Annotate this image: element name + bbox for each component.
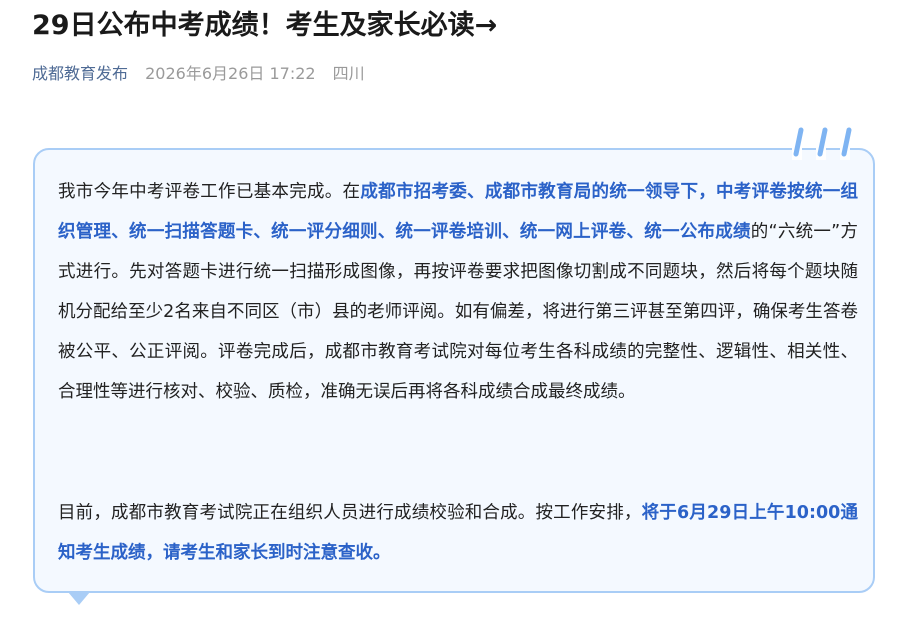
publish-date: 2026年6月26日 17:22 [145,64,316,83]
quote-stripes-icon [792,127,852,160]
article-title: 29日公布中考成绩！考生及家长必读→ [32,10,498,41]
speech-pointer-icon [68,592,90,605]
paragraph-1: 我市今年中考评卷工作已基本完成。在成都市招考委、成都市教育局的统一领导下，中考评… [58,172,858,412]
article-meta: 成都教育发布 2026年6月26日 17:22 四川 [32,62,365,86]
publish-location: 四川 [332,64,365,83]
paragraph-2: 目前，成都市教育考试院正在组织人员进行成绩校验和合成。按工作安排，将于6月29日… [58,493,858,573]
paragraph-1-text-a: 我市今年中考评卷工作已基本完成。在 [58,182,361,202]
account-name-link[interactable]: 成都教育发布 [32,64,128,83]
paragraph-2-text-a: 目前，成都市教育考试院正在组织人员进行成绩校验和合成。按工作安排， [58,503,642,523]
paragraph-1-text-c: 的“六统一”方式进行。先对答题卡进行统一扫描形成图像，再按评卷要求把图像切割成不… [58,222,858,402]
